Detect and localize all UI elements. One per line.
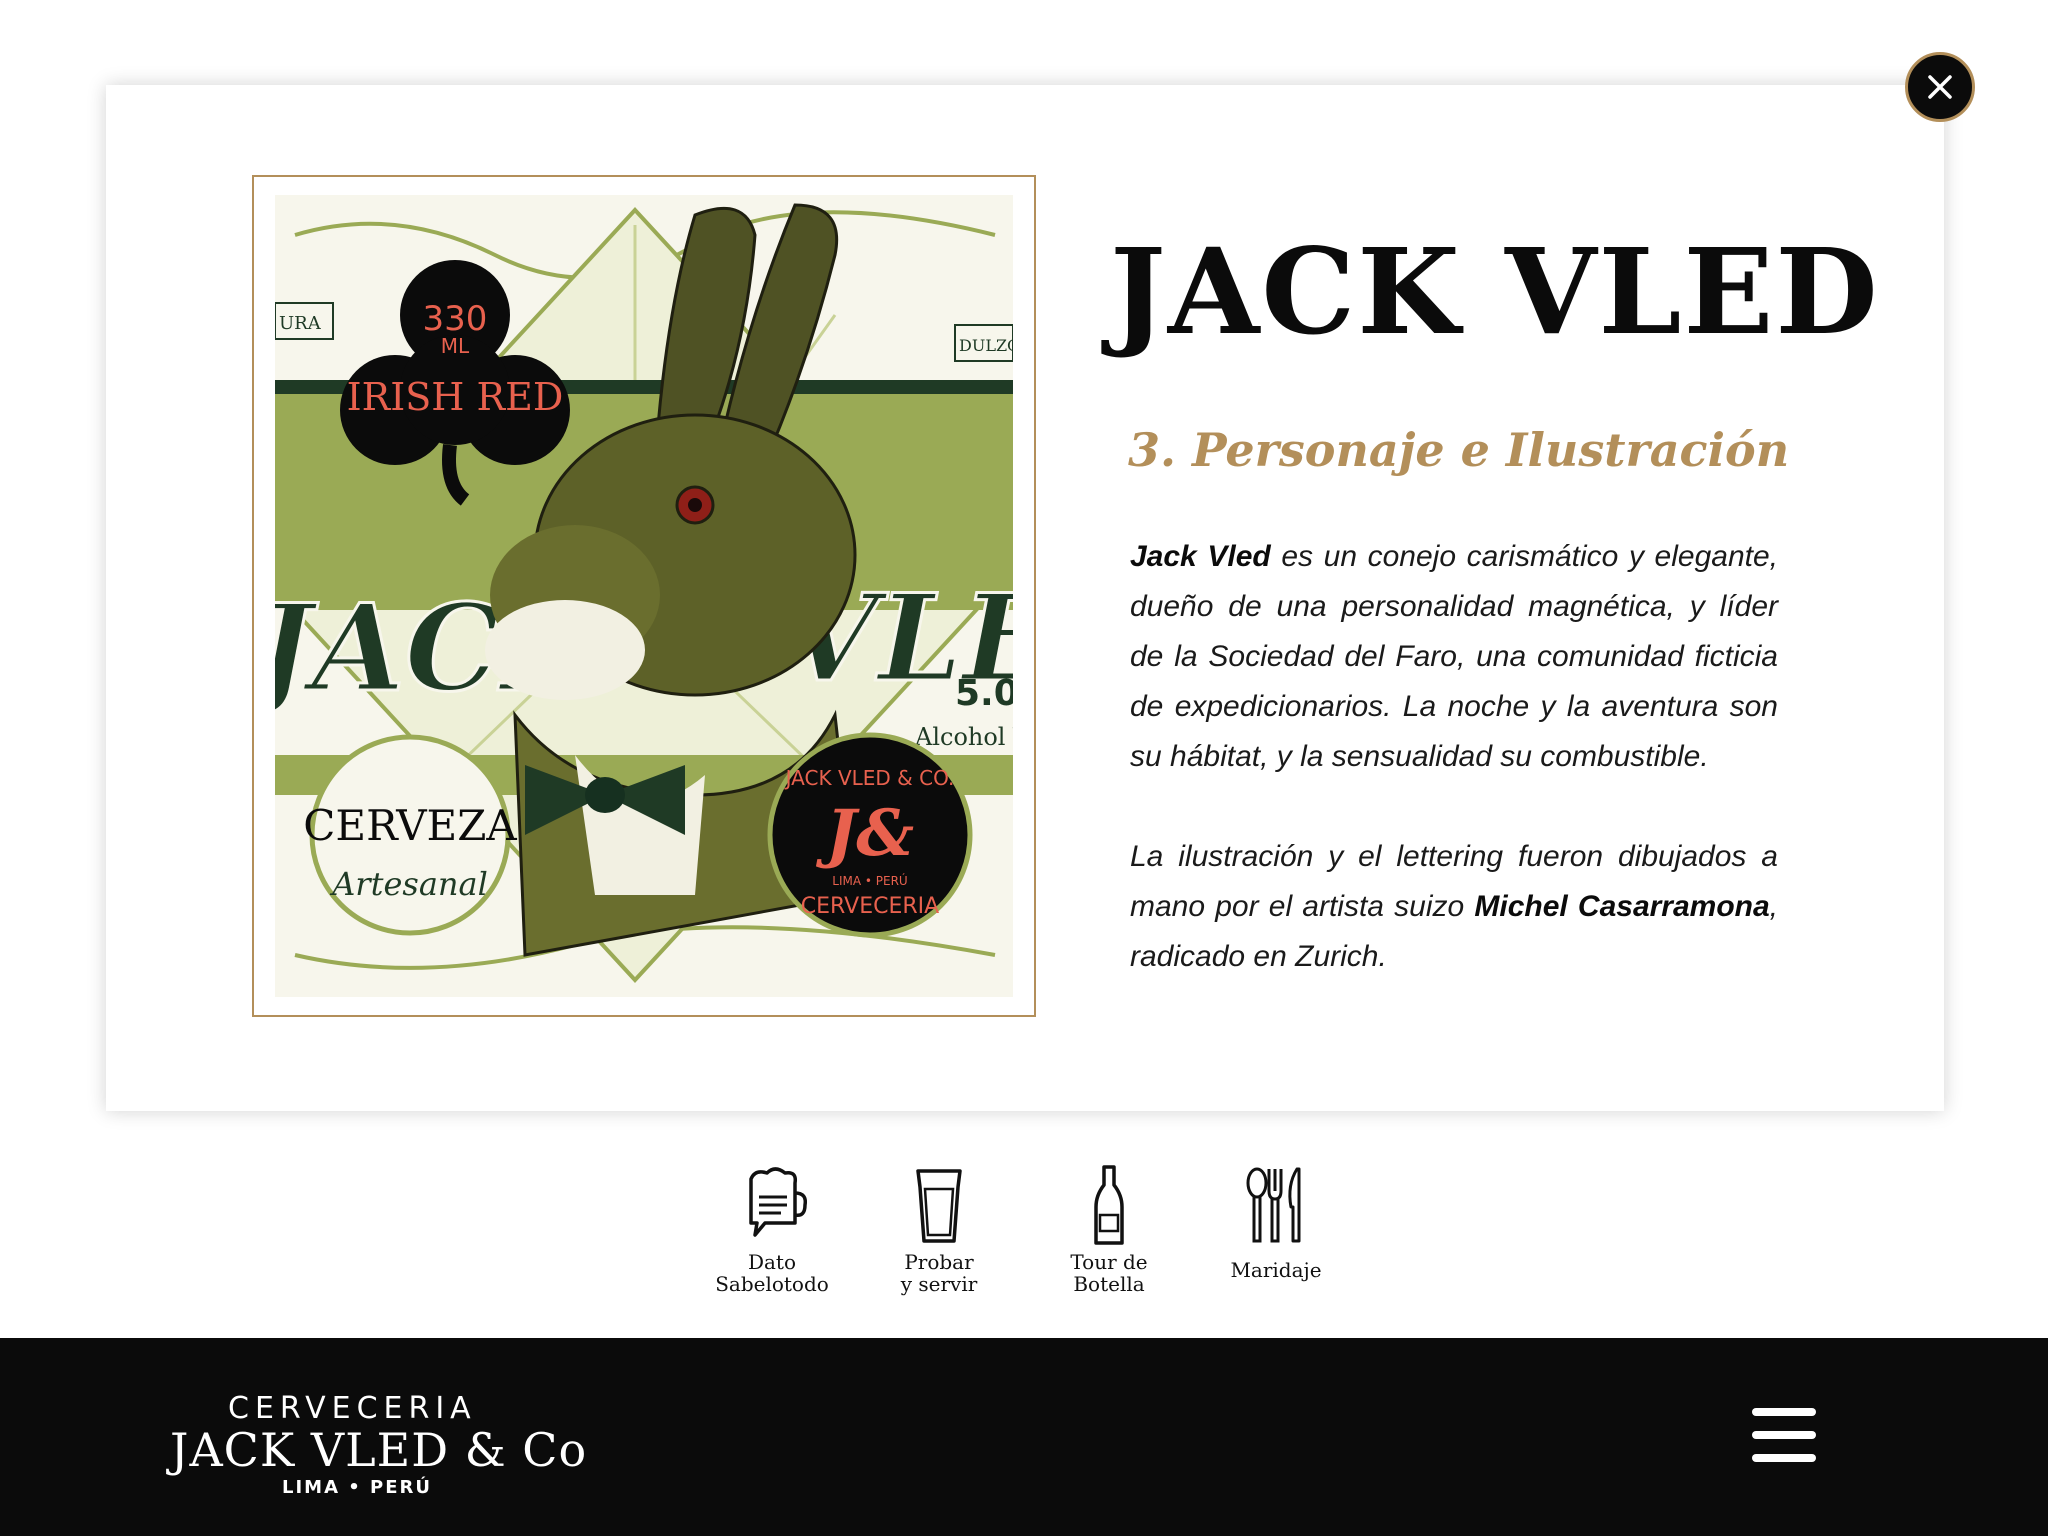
close-icon (1928, 75, 1952, 99)
nav-maridaje[interactable]: Maridaje (1201, 1165, 1351, 1281)
bottle-icon (1094, 1165, 1124, 1245)
logo-main-text: JACK VLED & Co (170, 1423, 588, 1477)
abv-value: 5.0 (955, 673, 1013, 714)
seal-mid-text: LIMA • PERÚ (832, 873, 907, 888)
artist-name: Michel Casarramona (1474, 890, 1770, 923)
nav-label-tour-botella: Tour de Botella (1070, 1250, 1148, 1296)
brand-title: JACK VLED (1110, 222, 1880, 361)
nav-probar-servir[interactable]: Probar y servir (864, 1165, 1014, 1295)
logo-top-text: CERVECERIA (228, 1391, 477, 1426)
ribbon-left-text: URA (279, 313, 322, 334)
seal-bottom-text: CERVECERIA (801, 894, 939, 919)
brewery-seal: JACK VLED & CO. J& LIMA • PERÚ CERVECERI… (767, 732, 973, 938)
description-text-1: es un conejo carismático y elegante, due… (1130, 540, 1779, 773)
ribbon-right-text: DULZOR (959, 336, 1013, 355)
hamburger-menu-button[interactable] (1752, 1408, 1820, 1464)
section-title: 3. Personaje e Ilustración (1128, 423, 1790, 477)
cutlery-icon (1246, 1167, 1301, 1243)
description-paragraph-1: Jack Vled es un conejo carismático y ele… (1130, 532, 1778, 782)
nav-tour-botella[interactable]: Tour de Botella (1034, 1165, 1184, 1295)
volume-unit: ML (441, 334, 470, 358)
brewery-logo[interactable]: CERVECERIA JACK VLED & Co LIMA • PERÚ (170, 1387, 586, 1498)
close-button[interactable] (1905, 52, 1975, 122)
seal-monogram: J& (815, 796, 914, 871)
style-text: IRISH RED (347, 375, 564, 419)
ribbon-left: URA (275, 302, 334, 340)
seal-top-text: JACK VLED & CO. (784, 766, 955, 790)
artesanal-text: Artesanal (329, 865, 488, 903)
character-name: Jack Vled (1130, 540, 1271, 573)
cerveza-text: CERVEZA (303, 801, 517, 850)
beer-mug-speech-icon (749, 1167, 807, 1237)
description-paragraph-2: La ilustración y el lettering fueron dib… (1130, 832, 1778, 982)
logo-sub-text: LIMA • PERÚ (282, 1477, 433, 1498)
volume-text: 330 (423, 299, 488, 339)
beer-label-illustration: URA DULZOR 330 ML IRISH RED JACK VLED 5.… (275, 195, 1013, 997)
nav-label-probar-servir: Probar y servir (900, 1250, 978, 1296)
nav-dato-sabelotodo[interactable]: Dato Sabelotodo (697, 1165, 847, 1295)
nav-label-dato-sabelotodo: Dato Sabelotodo (715, 1250, 829, 1296)
nav-label-maridaje: Maridaje (1230, 1258, 1322, 1282)
abv-label: Alcohol V (914, 723, 1013, 751)
ribbon-right: DULZOR (954, 324, 1013, 362)
pint-glass-icon (916, 1169, 962, 1243)
